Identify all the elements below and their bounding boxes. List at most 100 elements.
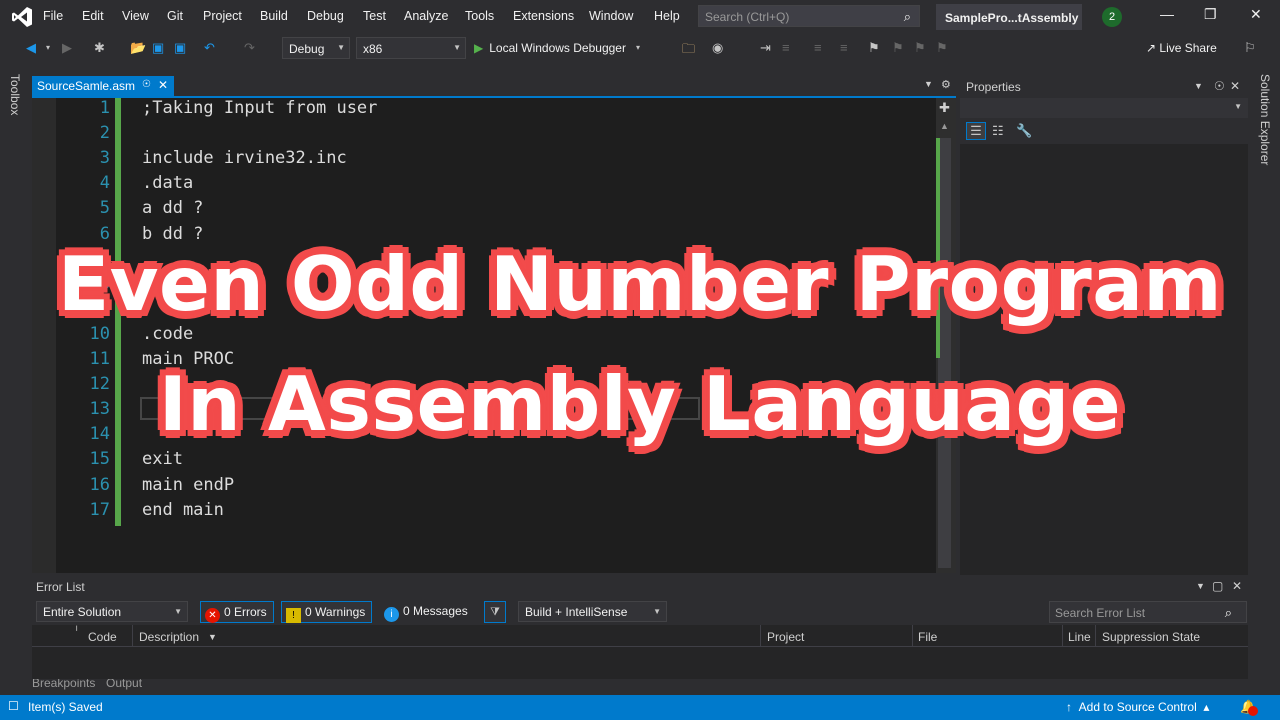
maximize-icon[interactable]: ▢ xyxy=(1212,579,1223,593)
arrow-up-icon: ↑ xyxy=(1066,700,1079,714)
menu-window[interactable]: Window xyxy=(589,9,633,23)
start-debugging-button[interactable]: ▶ Local Windows Debugger xyxy=(474,41,626,55)
code-line[interactable]: a dd ? xyxy=(142,198,203,218)
new-project-icon[interactable]: ✱ xyxy=(94,40,105,56)
save-all-icon[interactable]: ▣ xyxy=(174,40,186,56)
redo-icon[interactable]: ↷ xyxy=(244,40,255,56)
undo-icon[interactable]: ↶ xyxy=(204,40,215,56)
chevron-down-icon[interactable]: ▾ xyxy=(636,43,640,52)
chevron-down-icon[interactable]: ▾ xyxy=(46,43,50,52)
line-number: 1 xyxy=(99,98,110,118)
menu-help[interactable]: Help xyxy=(654,9,680,23)
next-bookmark-icon[interactable]: ⚑ xyxy=(914,40,926,56)
line-number: 2 xyxy=(99,123,110,144)
menu-extensions[interactable]: Extensions xyxy=(513,9,574,23)
close-icon[interactable]: ✕ xyxy=(1250,6,1262,23)
live-share-button[interactable]: ↗ Live Share xyxy=(1146,41,1217,55)
search-input[interactable]: Search (Ctrl+Q) ⌕ xyxy=(698,5,920,27)
code-line[interactable]: include irvine32.inc xyxy=(142,148,347,168)
menu-file[interactable]: File xyxy=(43,9,63,23)
code-editor[interactable]: 1 ;Taking Input from user 2 3 include irvine… xyxy=(32,98,936,573)
code-line[interactable]: exit xyxy=(142,449,183,469)
wrench-icon[interactable]: 🔧 xyxy=(1016,123,1032,139)
tab-source-file[interactable]: SourceSamle.asm ☉ ✕ xyxy=(32,76,174,96)
alphabetical-icon[interactable]: ☷ xyxy=(992,123,1004,139)
notifications-bell-icon[interactable]: 🔔 xyxy=(1240,699,1258,716)
pin-icon[interactable]: ☉ xyxy=(142,79,151,90)
close-icon[interactable]: ✕ xyxy=(1230,79,1240,93)
pin-icon[interactable]: ☉ xyxy=(1214,79,1225,93)
column-line[interactable]: Line xyxy=(1068,630,1091,644)
line-number: 3 xyxy=(99,148,110,169)
bookmark-icon[interactable]: ⚑ xyxy=(868,40,880,56)
close-tab-icon[interactable]: ✕ xyxy=(158,78,168,92)
navigate-forward-icon[interactable]: ▶ xyxy=(62,40,72,56)
menu-analyze[interactable]: Analyze xyxy=(404,9,448,23)
platform-select[interactable]: x86 ▼ xyxy=(356,37,466,59)
properties-header: Properties ▼ ☉ ✕ xyxy=(960,76,1248,98)
tab-output[interactable]: Output xyxy=(106,679,142,690)
object-select[interactable]: ▼ xyxy=(960,98,1248,118)
scope-value: Entire Solution xyxy=(43,605,122,619)
close-icon[interactable]: ✕ xyxy=(1232,579,1242,593)
add-to-source-control-button[interactable]: ↑ Add to Source Control ▴ xyxy=(1066,700,1209,714)
filter-icon[interactable]: ⧩ xyxy=(484,601,506,623)
notification-badge[interactable]: 2 xyxy=(1102,7,1122,27)
restore-icon[interactable]: ❐ xyxy=(1204,6,1217,23)
feedback-icon[interactable]: ⚐ xyxy=(1244,40,1256,56)
source-select[interactable]: Build + IntelliSense ▼ xyxy=(518,601,667,622)
source-value: Build + IntelliSense xyxy=(525,605,628,619)
error-icon: ✕ xyxy=(205,608,220,623)
errors-filter-button[interactable]: ✕ 0 Errors xyxy=(200,601,274,623)
menu-debug[interactable]: Debug xyxy=(307,9,344,23)
selection-margin xyxy=(32,98,56,573)
chevron-down-icon[interactable]: ▼ xyxy=(1196,581,1205,591)
tab-breakpoints[interactable]: Breakpoints xyxy=(32,679,95,690)
split-window-icon[interactable]: ✚ xyxy=(939,100,950,116)
info-icon: i xyxy=(384,607,399,622)
prev-bookmark-icon[interactable]: ⚑ xyxy=(892,40,904,56)
comment-icon[interactable]: ≡ xyxy=(814,40,822,55)
menu-view[interactable]: View xyxy=(122,9,149,23)
scope-select[interactable]: Entire Solution ▼ xyxy=(36,601,188,622)
tab-list-chevron-icon[interactable]: ▼ xyxy=(924,79,933,89)
chevron-down-icon: ▼ xyxy=(174,607,182,616)
column-description[interactable]: Description xyxy=(139,630,199,644)
scroll-up-icon[interactable]: ▲ xyxy=(940,121,949,131)
search-placeholder: Search (Ctrl+Q) xyxy=(705,10,790,24)
step-icon[interactable]: ⇥ xyxy=(760,40,771,56)
menu-tools[interactable]: Tools xyxy=(465,9,494,23)
code-line[interactable]: end main xyxy=(142,500,224,520)
minimize-icon[interactable]: — xyxy=(1160,6,1174,22)
code-line[interactable]: .data xyxy=(142,173,193,193)
menu-git[interactable]: Git xyxy=(167,9,183,23)
menu-build[interactable]: Build xyxy=(260,9,288,23)
chevron-down-icon[interactable]: ▼ xyxy=(1194,81,1203,91)
uncomment-icon[interactable]: ≡ xyxy=(840,40,848,55)
categorized-icon[interactable]: ☰ xyxy=(966,122,986,140)
solution-name[interactable]: SamplePro...tAssembly xyxy=(936,4,1082,30)
code-line[interactable]: main endP xyxy=(142,475,234,495)
configuration-select[interactable]: Debug ▼ xyxy=(282,37,350,59)
menu-edit[interactable]: Edit xyxy=(82,9,104,23)
visual-studio-logo-icon[interactable] xyxy=(10,5,34,29)
chevron-down-icon[interactable]: ▼ xyxy=(208,632,217,642)
error-list-search-input[interactable]: Search Error List ⌕ xyxy=(1049,601,1247,623)
screenshot-icon[interactable]: ◉ xyxy=(712,40,723,56)
column-file[interactable]: File xyxy=(918,630,937,644)
messages-filter-button[interactable]: i 0 Messages xyxy=(384,604,468,622)
navigate-back-icon[interactable]: ◀ xyxy=(26,40,36,56)
menu-test[interactable]: Test xyxy=(363,9,386,23)
code-line[interactable]: ;Taking Input from user xyxy=(142,98,377,118)
open-folder-icon[interactable]: 📂 xyxy=(130,40,146,56)
column-project[interactable]: Project xyxy=(767,630,804,644)
clear-bookmarks-icon[interactable]: ⚑ xyxy=(936,40,948,56)
indent-icon[interactable]: ≡ xyxy=(782,40,790,55)
menu-project[interactable]: Project xyxy=(203,9,242,23)
gear-icon[interactable]: ⚙ xyxy=(941,78,951,91)
warnings-filter-button[interactable]: ! 0 Warnings xyxy=(281,601,373,623)
column-suppression-state[interactable]: Suppression State xyxy=(1102,630,1200,644)
column-code[interactable]: Code xyxy=(88,630,117,644)
folder-icon[interactable]: 🗀 xyxy=(682,40,695,62)
save-icon[interactable]: ▣ xyxy=(152,40,164,56)
